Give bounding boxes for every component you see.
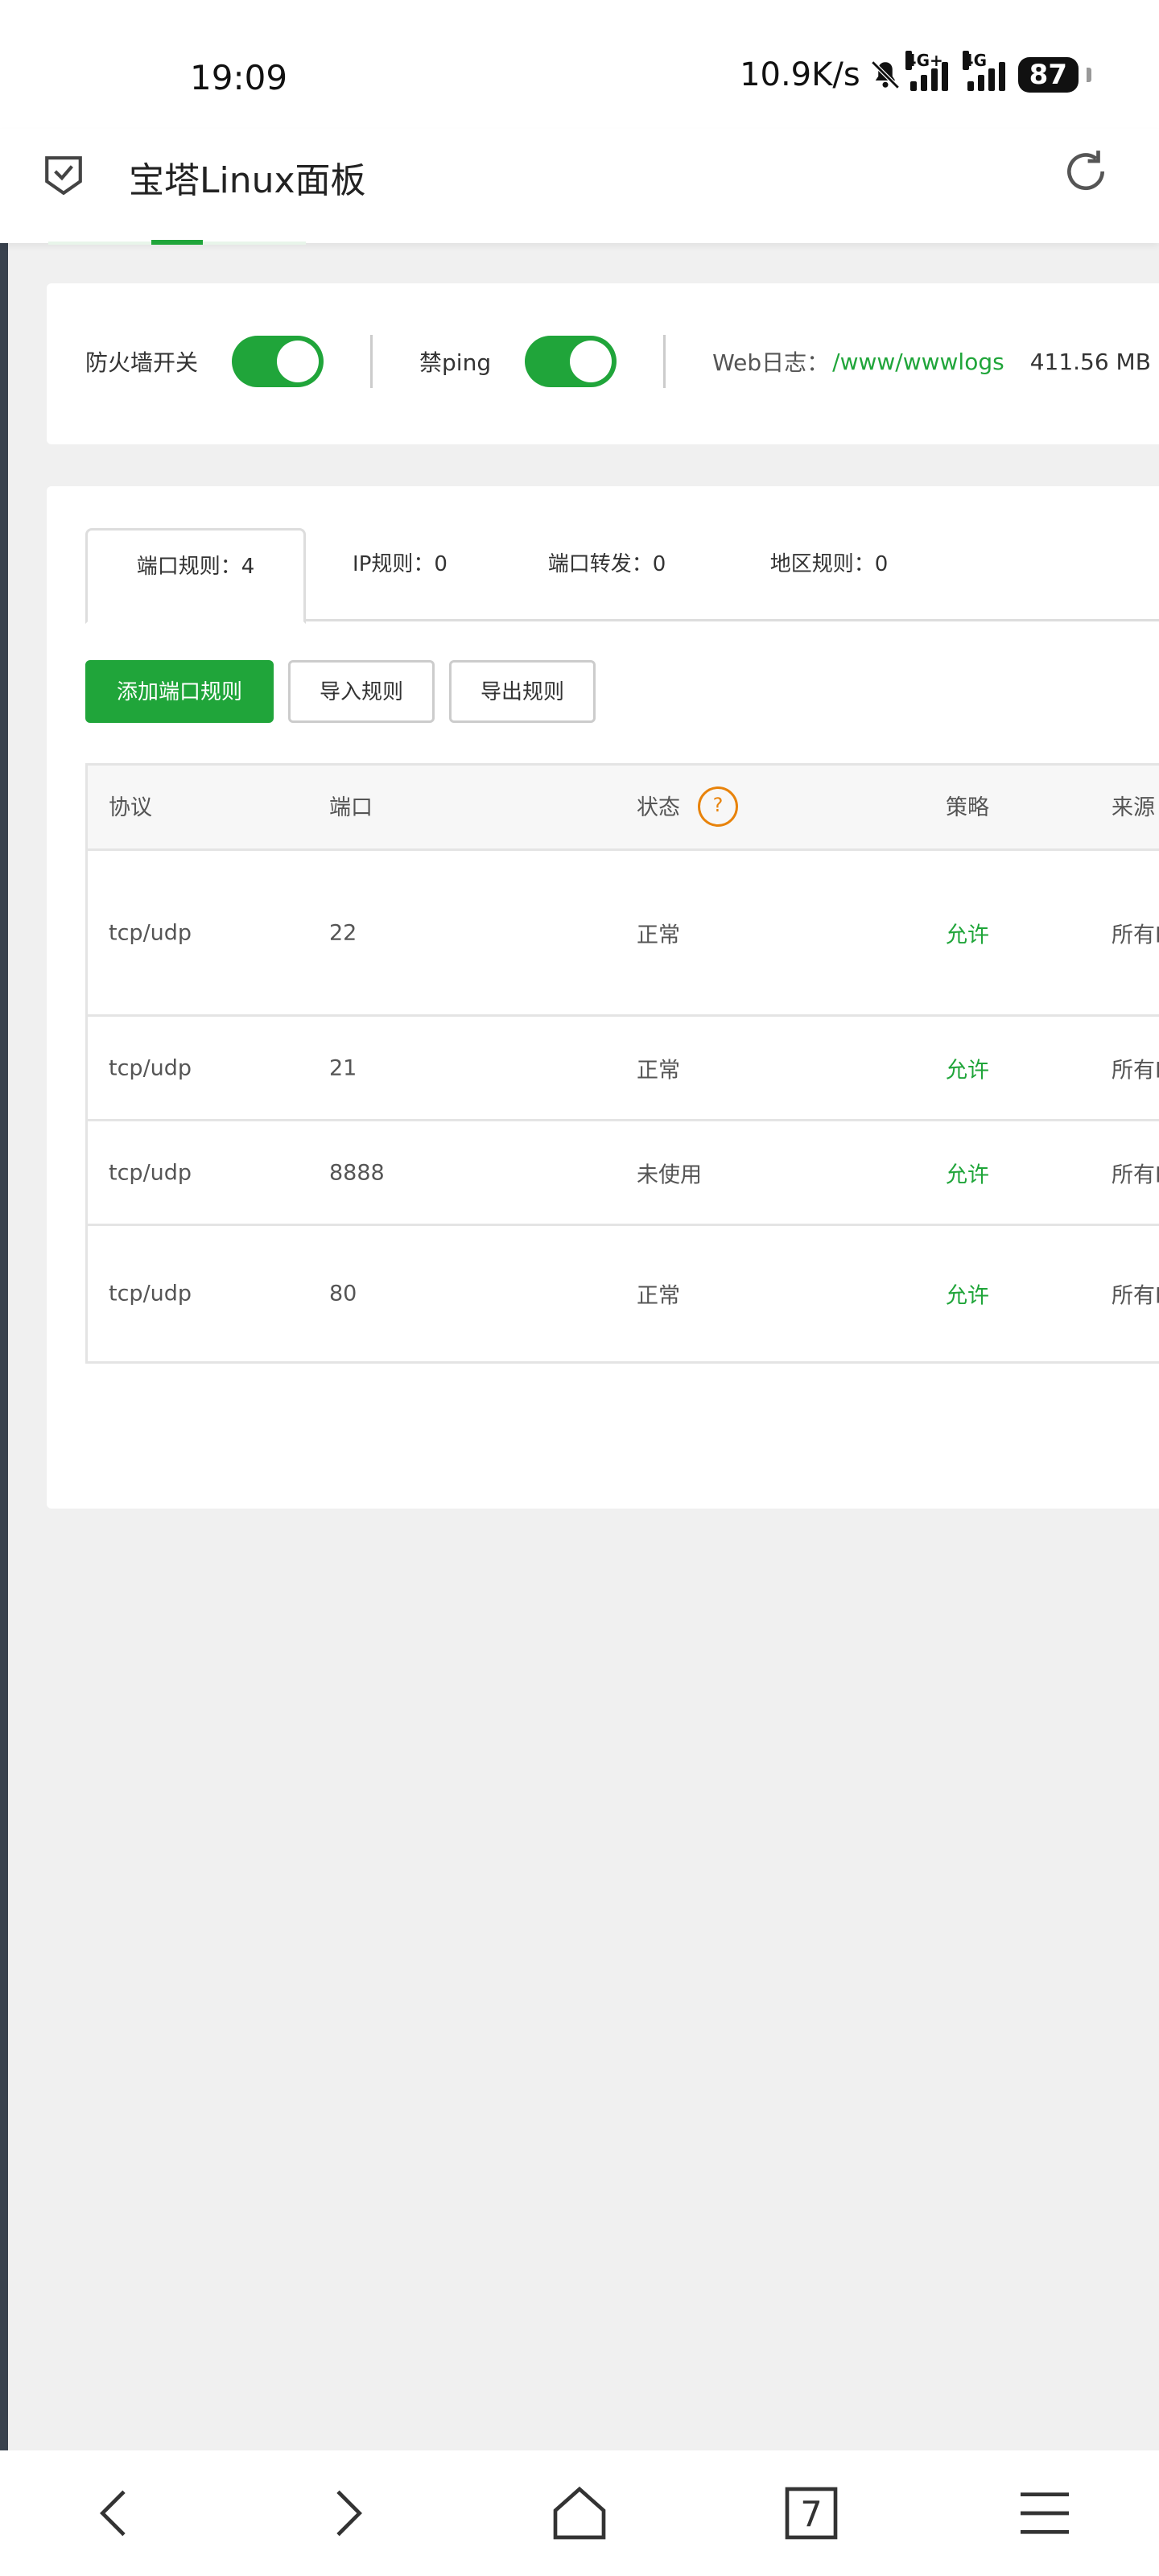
- divider: [663, 335, 666, 388]
- cell-protocol: tcp/udp: [109, 1055, 192, 1080]
- rules-tabs: 端口规则：4 IP规则：0 端口转发：0 地区规则：0: [85, 528, 1159, 624]
- tabs-icon[interactable]: 7: [779, 2481, 843, 2545]
- cell-port: 80: [329, 1281, 357, 1307]
- table-row: tcp/udp 8888 未使用 允许 所有I: [88, 1121, 1159, 1226]
- status-time: 19:09: [190, 58, 288, 97]
- firewall-toggle[interactable]: [232, 336, 324, 387]
- cell-policy: 允许: [946, 923, 989, 947]
- battery-icon: [1087, 68, 1091, 82]
- cell-source: 所有I: [1112, 923, 1159, 947]
- ping-switch-label: 禁ping: [419, 349, 492, 376]
- cell-protocol: tcp/udp: [109, 1160, 192, 1185]
- header-port: 端口: [329, 795, 373, 820]
- cell-status: 正常: [637, 923, 680, 947]
- signal-1-icon: 4G+: [905, 51, 948, 91]
- status-indicators: 10.9K/s 4G+ 4G 87: [740, 51, 1091, 93]
- cell-policy: 允许: [946, 1162, 989, 1187]
- network-type-1: 4G+: [905, 51, 943, 70]
- cell-status: 正常: [637, 1283, 680, 1309]
- cell-protocol: tcp/udp: [109, 920, 192, 945]
- cell-policy: 允许: [946, 1283, 989, 1309]
- cell-port: 8888: [329, 1160, 385, 1185]
- tab-port-forward[interactable]: 端口转发：0: [514, 528, 700, 621]
- weblog-path-link[interactable]: /www/wwwlogs: [832, 349, 1004, 375]
- table-row: tcp/udp 21 正常 允许 所有I: [88, 1017, 1159, 1121]
- refresh-icon[interactable]: [1061, 147, 1111, 196]
- firewall-switch-label: 防火墙开关: [85, 349, 199, 376]
- menu-icon[interactable]: [1013, 2481, 1077, 2545]
- forward-icon[interactable]: [314, 2481, 378, 2545]
- cell-source: 所有I: [1112, 1162, 1159, 1187]
- rule-actions: 添加端口规则 导入规则 导出规则: [85, 660, 596, 723]
- cell-policy: 允许: [946, 1058, 989, 1083]
- weblog-size: 411.56 MB: [1029, 348, 1151, 375]
- mute-bell-icon: [871, 60, 900, 89]
- toggle-knob: [570, 341, 612, 382]
- weblog-label: Web日志：: [712, 349, 830, 376]
- signal-2-icon: 4G: [962, 51, 1005, 91]
- tab-region-rules[interactable]: 地区规则：0: [736, 528, 922, 621]
- table-row: tcp/udp 80 正常 允许 所有I: [88, 1226, 1159, 1361]
- network-type-2: 4G: [962, 51, 988, 70]
- app-header: 宝塔Linux面板: [0, 129, 1159, 245]
- cell-status: 未使用: [637, 1162, 702, 1187]
- tabs-count: 7: [800, 2496, 823, 2536]
- tab-port-rules[interactable]: 端口规则：4: [85, 528, 306, 624]
- port-rules-table: 协议 端口 状态? 策略 来源 tcp/udp 22 正常 允许 所有I tcp…: [85, 763, 1159, 1364]
- table-row: tcp/udp 22 正常 允许 所有I: [88, 851, 1159, 1017]
- toggle-knob: [277, 341, 320, 382]
- tab-ip-rules[interactable]: IP规则：0: [324, 528, 476, 621]
- firewall-settings-row: 防火墙开关 禁ping Web日志： /www/wwwlogs 411.56 M…: [85, 335, 1151, 388]
- cell-protocol: tcp/udp: [109, 1281, 192, 1307]
- battery-level: 87: [1017, 57, 1079, 93]
- add-port-rule-button[interactable]: 添加端口规则: [85, 660, 274, 723]
- cell-source: 所有I: [1112, 1283, 1159, 1309]
- sidebar-edge: [0, 242, 8, 2450]
- header-status-label: 状态: [637, 795, 680, 820]
- home-icon[interactable]: [547, 2481, 612, 2545]
- export-rules-button[interactable]: 导出规则: [449, 660, 596, 723]
- header-tab-indicator: [151, 240, 203, 245]
- back-icon[interactable]: [84, 2481, 148, 2545]
- divider: [370, 335, 373, 388]
- network-speed: 10.9K/s: [740, 56, 860, 93]
- app-title: 宝塔Linux面板: [129, 160, 366, 201]
- ping-toggle[interactable]: [525, 336, 617, 387]
- cell-port: 22: [329, 920, 357, 945]
- shield-check-icon[interactable]: [43, 153, 84, 196]
- cell-source: 所有I: [1112, 1058, 1159, 1083]
- cell-status: 正常: [637, 1058, 680, 1083]
- rules-card: 端口规则：4 IP规则：0 端口转发：0 地区规则：0 添加端口规则 导入规则 …: [47, 486, 1159, 1509]
- browser-bottom-nav: 7: [0, 2450, 1159, 2576]
- help-icon[interactable]: ?: [698, 786, 738, 827]
- header-status: 状态?: [637, 766, 738, 851]
- header-policy: 策略: [946, 795, 989, 820]
- cell-port: 21: [329, 1055, 357, 1080]
- header-protocol: 协议: [109, 795, 152, 820]
- table-header: 协议 端口 状态? 策略 来源: [88, 766, 1159, 851]
- import-rules-button[interactable]: 导入规则: [288, 660, 435, 723]
- status-bar: 19:09 10.9K/s 4G+ 4G 87: [0, 0, 1159, 129]
- header-source: 来源: [1112, 795, 1155, 820]
- firewall-settings-card: 防火墙开关 禁ping Web日志： /www/wwwlogs 411.56 M…: [47, 283, 1159, 444]
